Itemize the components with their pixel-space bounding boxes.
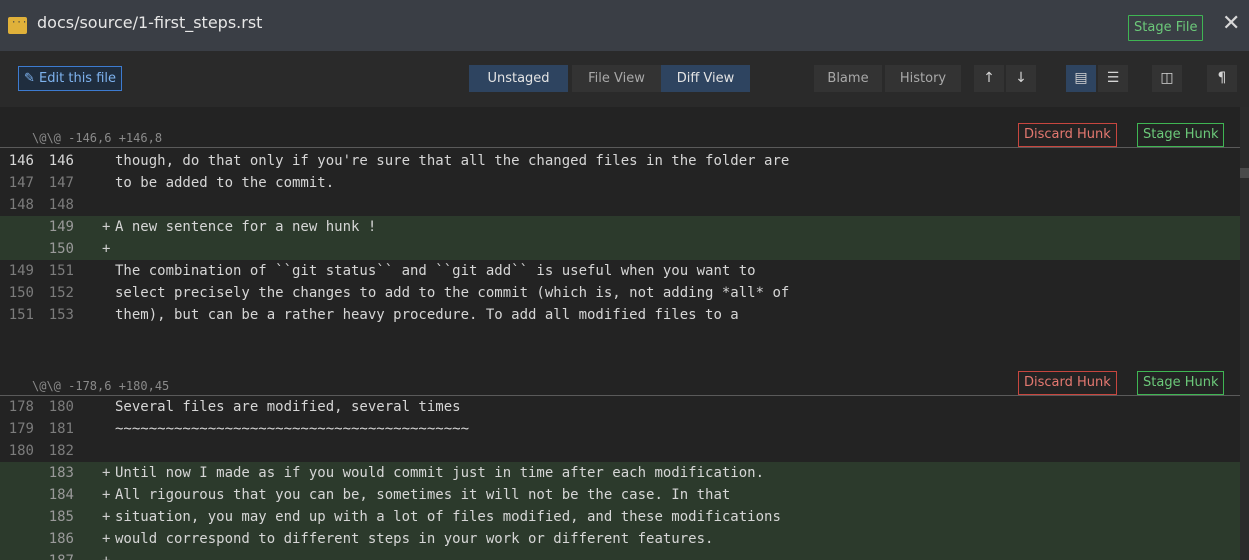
- new-line-number: 153: [48, 307, 74, 323]
- diff-line-context[interactable]: 146 146 though, do that only if you're sur…: [0, 150, 1240, 172]
- diff-line-added[interactable]: 183 + Until now I made as if you would com…: [0, 462, 1240, 484]
- new-line-number: 182: [48, 443, 74, 459]
- list-view-icon[interactable]: ▤: [1066, 65, 1096, 92]
- line-code: All rigourous that you can be, sometimes…: [115, 487, 731, 503]
- line-code: A new sentence for a new hunk !: [115, 219, 377, 235]
- diff-line-context[interactable]: 151 153 them), but can be a rather heavy p…: [0, 304, 1240, 326]
- added-marker: +: [102, 241, 111, 257]
- diff-line-added[interactable]: 150 +: [0, 238, 1240, 260]
- discard-hunk-button[interactable]: Discard Hunk: [1018, 371, 1117, 395]
- diff-line-context[interactable]: 148 148: [0, 194, 1240, 216]
- line-code: to be added to the commit.: [115, 175, 335, 191]
- diff-line-context[interactable]: 147 147 to be added to the commit.: [0, 172, 1240, 194]
- new-line-number: 152: [48, 285, 74, 301]
- new-line-number: 183: [48, 465, 74, 481]
- hunk-range: \@\@ -146,6 +146,8: [32, 131, 163, 145]
- new-line-number: 186: [48, 531, 74, 547]
- title-bar: ··· docs/source/1-first_steps.rst Stage …: [0, 0, 1249, 51]
- old-line-number: 147: [8, 175, 34, 191]
- hunk-range: \@\@ -178,6 +180,45: [32, 379, 170, 393]
- hunk-header: \@\@ -178,6 +180,45 Discard Hunk Stage H…: [0, 371, 1240, 396]
- diff-line-context[interactable]: 179 181 ~~~~~~~~~~~~~~~~~~~~~~~~~~~~~~~~~~…: [0, 418, 1240, 440]
- old-line-number: 180: [8, 443, 34, 459]
- added-marker: +: [102, 487, 111, 503]
- history-button[interactable]: History: [885, 65, 961, 92]
- stage-file-button[interactable]: Stage File: [1128, 15, 1204, 41]
- old-line-number: 146: [8, 153, 34, 169]
- diff-line-added[interactable]: 187 +: [0, 550, 1240, 560]
- new-line-number: 151: [48, 263, 74, 279]
- diff-line-added[interactable]: 185 + situation, you may end up with a lot…: [0, 506, 1240, 528]
- new-line-number: 187: [40, 550, 74, 560]
- diff-line-context[interactable]: 178 180 Several files are modified, severa…: [0, 396, 1240, 418]
- diff-line-context[interactable]: 180 182: [0, 440, 1240, 462]
- line-code: situation, you may end up with a lot of …: [115, 509, 781, 525]
- added-marker: +: [102, 509, 111, 525]
- added-marker: +: [102, 219, 111, 235]
- bulleted-list-icon[interactable]: ☰: [1098, 65, 1128, 92]
- new-line-number: 185: [48, 509, 74, 525]
- stage-hunk-button[interactable]: Stage Hunk: [1137, 123, 1225, 147]
- line-code: Several files are modified, several time…: [115, 399, 461, 415]
- diff-line-added[interactable]: 186 + would correspond to different steps …: [0, 528, 1240, 550]
- old-line-number: 151: [8, 307, 34, 323]
- diff-view-tab[interactable]: Diff View: [661, 65, 750, 92]
- new-line-number: 147: [48, 175, 74, 191]
- line-code: select precisely the changes to add to t…: [115, 285, 790, 301]
- unstaged-tab[interactable]: Unstaged: [469, 65, 568, 92]
- previous-hunk-icon[interactable]: ↑: [974, 65, 1004, 92]
- added-marker: +: [102, 531, 111, 547]
- old-line-number: 150: [8, 285, 34, 301]
- new-line-number: 146: [48, 153, 74, 169]
- discard-hunk-button[interactable]: Discard Hunk: [1018, 123, 1117, 147]
- edit-file-button[interactable]: ✎ Edit this file: [18, 66, 123, 91]
- line-code: The combination of ``git status`` and ``…: [115, 263, 756, 279]
- new-line-number: 149: [48, 219, 74, 235]
- line-code: would correspond to different steps in y…: [115, 531, 714, 547]
- diff-line-context[interactable]: 149 151 The combination of ``git status`` …: [0, 260, 1240, 282]
- diff-line-context[interactable]: 150 152 select precisely the changes to ad…: [0, 282, 1240, 304]
- new-line-number: 148: [48, 197, 74, 213]
- line-code: Until now I made as if you would commit …: [115, 465, 765, 481]
- hunk-header: \@\@ -146,6 +146,8 Discard Hunk Stage Hu…: [0, 123, 1240, 148]
- line-code: though, do that only if you're sure that…: [115, 153, 790, 169]
- stage-hunk-button[interactable]: Stage Hunk: [1137, 371, 1225, 395]
- file-title: docs/source/1-first_steps.rst: [37, 13, 263, 32]
- old-line-number: 179: [8, 421, 34, 437]
- split-columns-icon[interactable]: ◫: [1152, 65, 1182, 92]
- new-line-number: 180: [48, 399, 74, 415]
- diff-line-added[interactable]: 184 + All rigourous that you can be, somet…: [0, 484, 1240, 506]
- diff-line-added[interactable]: 149 + A new sentence for a new hunk !: [0, 216, 1240, 238]
- new-line-number: 181: [48, 421, 74, 437]
- scroll-thumb[interactable]: [1240, 168, 1249, 178]
- next-hunk-icon[interactable]: ↓: [1006, 65, 1036, 92]
- old-line-number: 148: [8, 197, 34, 213]
- new-line-number: 150: [48, 241, 74, 257]
- new-line-number: 184: [48, 487, 74, 503]
- line-code: ~~~~~~~~~~~~~~~~~~~~~~~~~~~~~~~~~~~~~~~~…: [115, 421, 470, 437]
- line-code: them), but can be a rather heavy procedu…: [115, 307, 739, 323]
- pencil-icon: ✎: [24, 71, 35, 86]
- added-marker: +: [102, 550, 114, 560]
- file-icon: ···: [8, 17, 27, 34]
- added-marker: +: [102, 465, 111, 481]
- file-view-tab[interactable]: File View: [572, 65, 661, 92]
- pilcrow-icon[interactable]: ¶: [1207, 65, 1237, 92]
- blame-button[interactable]: Blame: [814, 65, 882, 92]
- close-icon[interactable]: ✕: [1222, 12, 1240, 36]
- old-line-number: 149: [8, 263, 34, 279]
- old-line-number: 178: [8, 399, 34, 415]
